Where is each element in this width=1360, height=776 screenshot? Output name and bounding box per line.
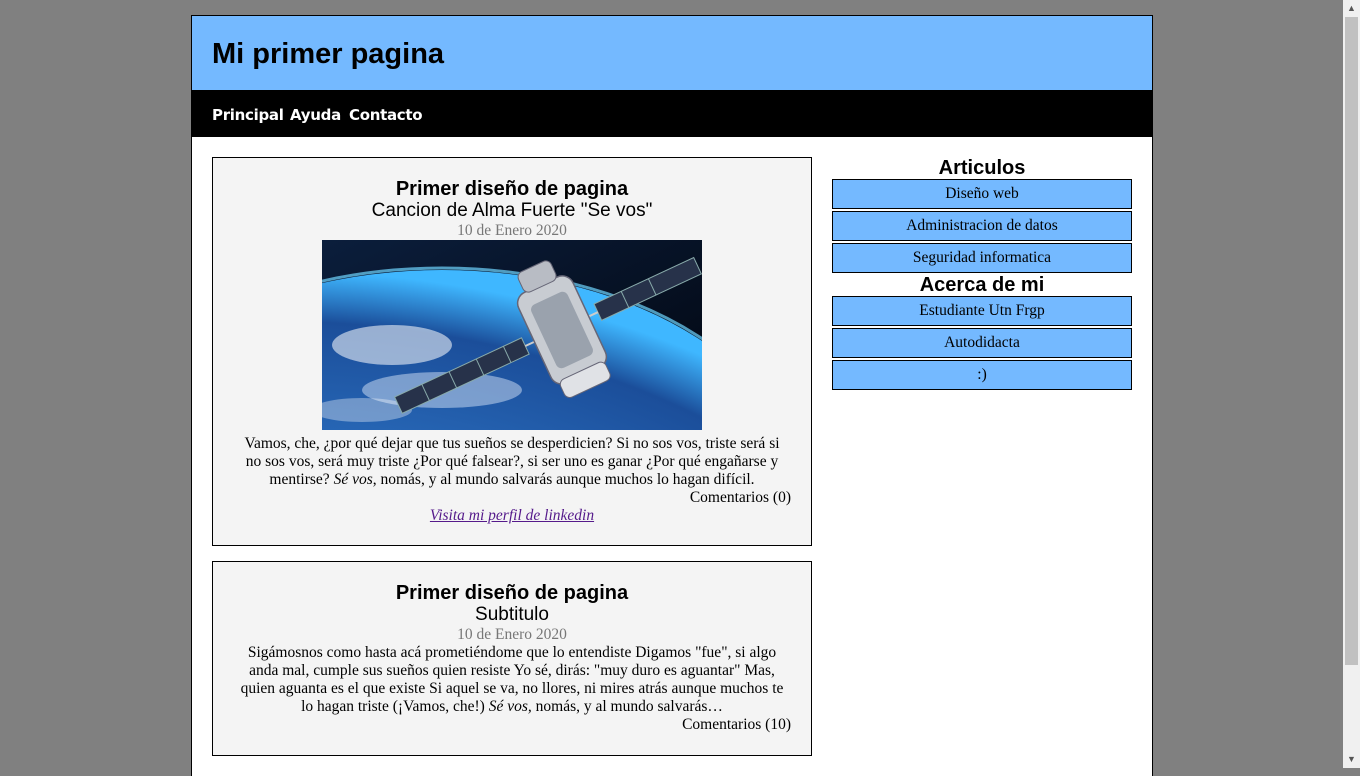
scroll-down-arrow-icon[interactable]: ▼ — [1343, 751, 1360, 768]
article-title: Primer diseño de pagina — [395, 582, 629, 604]
scroll-up-arrow-icon[interactable]: ▲ — [1343, 0, 1360, 17]
article-subtitle: Cancion de Alma Fuerte "Se vos" — [371, 200, 653, 221]
comments-link[interactable]: Comentarios (10) — [213, 716, 811, 734]
sidebar-heading-articulos: Articulos — [938, 157, 1026, 179]
sidebar-item-administracion-datos[interactable]: Administracion de datos — [832, 211, 1132, 241]
article-title: Primer diseño de pagina — [395, 178, 629, 200]
site-header: Mi primer pagina — [192, 16, 1152, 92]
sidebar-heading-acerca: Acerca de mi — [919, 274, 1045, 296]
article-card: Primer diseño de pagina Cancion de Alma … — [212, 157, 812, 546]
article-body: Sigámosnos como hasta acá prometiéndome … — [213, 644, 811, 716]
nav-item-ayuda[interactable]: Ayuda — [290, 106, 341, 124]
sidebar-item-seguridad-informatica[interactable]: Seguridad informatica — [832, 243, 1132, 273]
sidebar-item-diseno-web[interactable]: Diseño web — [832, 179, 1132, 209]
linkedin-link[interactable]: Visita mi perfil de linkedin — [430, 507, 594, 524]
article-card: Primer diseño de pagina Subtitulo 10 de … — [212, 561, 812, 756]
article-date: 10 de Enero 2020 — [457, 222, 567, 239]
article-body-emphasis: Sé vos — [333, 471, 373, 488]
scrollbar-thumb[interactable] — [1345, 17, 1358, 665]
sidebar-item-smiley[interactable]: :) — [832, 360, 1132, 390]
comments-link[interactable]: Comentarios (0) — [213, 489, 811, 507]
article-body-emphasis: Sé vos, — [488, 698, 532, 715]
article-date: 10 de Enero 2020 — [457, 626, 567, 643]
article-body-text-end: nomás, y al mundo salvarás… — [531, 698, 723, 715]
page-container: Mi primer pagina Principal Ayuda Contact… — [191, 15, 1153, 776]
article-body-text-end: , nomás, y al mundo salvarás aunque much… — [372, 471, 755, 488]
nav-item-contacto[interactable]: Contacto — [349, 106, 423, 124]
sidebar-item-estudiante[interactable]: Estudiante Utn Frgp — [832, 296, 1132, 326]
article-subtitle: Subtitulo — [475, 604, 549, 625]
vertical-scrollbar[interactable]: ▲ ▼ — [1343, 0, 1360, 768]
article-body: Vamos, che, ¿por qué dejar que tus sueño… — [213, 435, 811, 489]
satellite-image — [322, 240, 702, 430]
sidebar-item-autodidacta[interactable]: Autodidacta — [832, 328, 1132, 358]
sidebar: Articulos Diseño web Administracion de d… — [832, 157, 1132, 392]
main-nav: Principal Ayuda Contacto — [192, 92, 1152, 137]
nav-item-principal[interactable]: Principal — [212, 106, 284, 124]
site-title: Mi primer pagina — [212, 38, 445, 70]
